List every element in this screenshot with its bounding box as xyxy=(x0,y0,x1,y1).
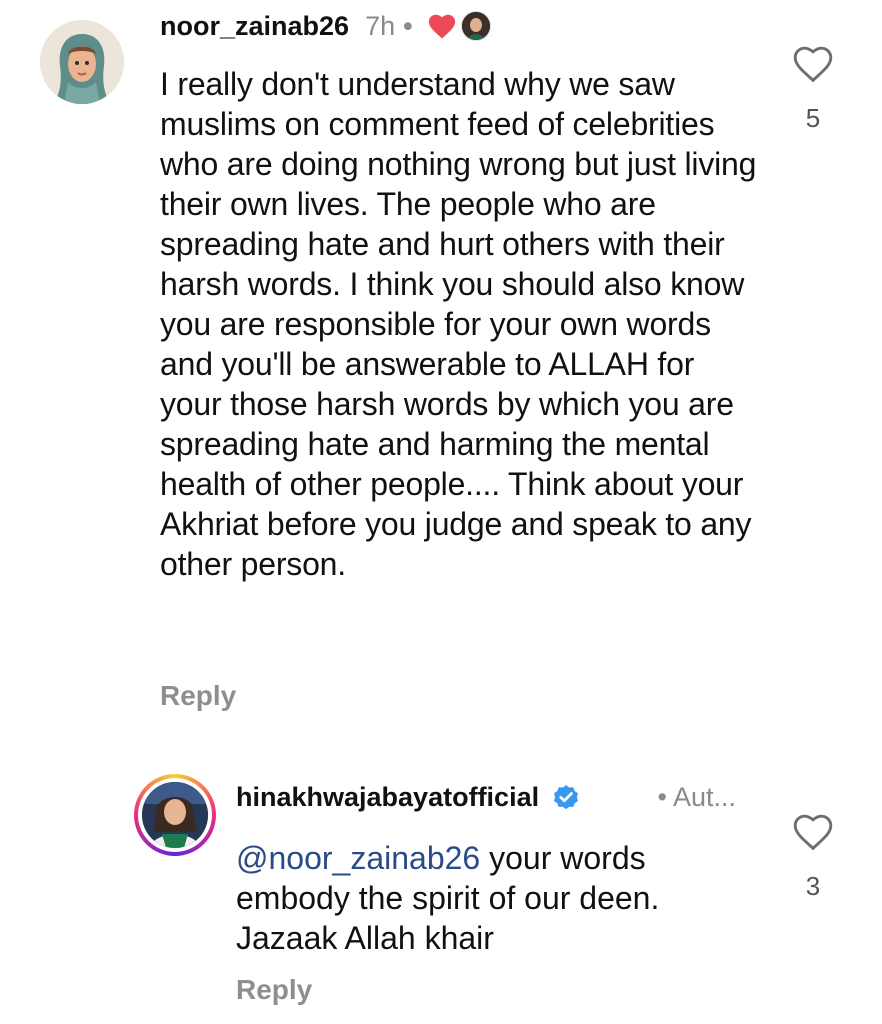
comment-header: noor_zainab26 7h • xyxy=(160,8,491,44)
reply-button[interactable]: Reply xyxy=(160,680,236,712)
comment-username[interactable]: noor_zainab26 xyxy=(160,11,349,42)
author-liked-heart-icon xyxy=(427,12,457,40)
heart-outline-icon[interactable] xyxy=(791,812,835,852)
verified-badge-icon xyxy=(551,782,581,812)
reply-username[interactable]: hinakhwajabayatofficial xyxy=(236,782,539,813)
like-count: 3 xyxy=(805,871,821,901)
reply-button[interactable]: Reply xyxy=(236,974,312,1006)
avatar-photo-icon xyxy=(142,782,208,848)
comment-like-control: 5 xyxy=(790,44,836,134)
heart-outline-icon[interactable] xyxy=(791,44,835,84)
story-ring[interactable] xyxy=(134,774,216,856)
mention-link[interactable]: @noor_zainab26 xyxy=(236,840,480,876)
author-tag: • Aut... xyxy=(657,781,737,812)
comment: noor_zainab26 7h • I really don't unders… xyxy=(0,0,882,740)
comment-text: I really don't understand why we saw mus… xyxy=(160,66,757,582)
like-count: 5 xyxy=(805,103,821,133)
avatar-hijab-icon xyxy=(40,20,124,104)
reply-comment: hinakhwajabayatofficial • Aut... @noor_z… xyxy=(0,760,882,1024)
user-avatar[interactable] xyxy=(142,782,208,848)
author-mini-avatar xyxy=(460,11,491,41)
separator-dot: • xyxy=(403,10,413,41)
comment-like-control: 3 xyxy=(790,812,836,902)
comment-timestamp: 7h xyxy=(365,10,396,41)
user-avatar[interactable] xyxy=(40,20,124,104)
avatar-ring-inner xyxy=(138,778,212,852)
reply-header: hinakhwajabayatofficial • Aut... xyxy=(236,778,756,816)
reply-text: @noor_zainab26 your words embody the spi… xyxy=(236,838,756,958)
